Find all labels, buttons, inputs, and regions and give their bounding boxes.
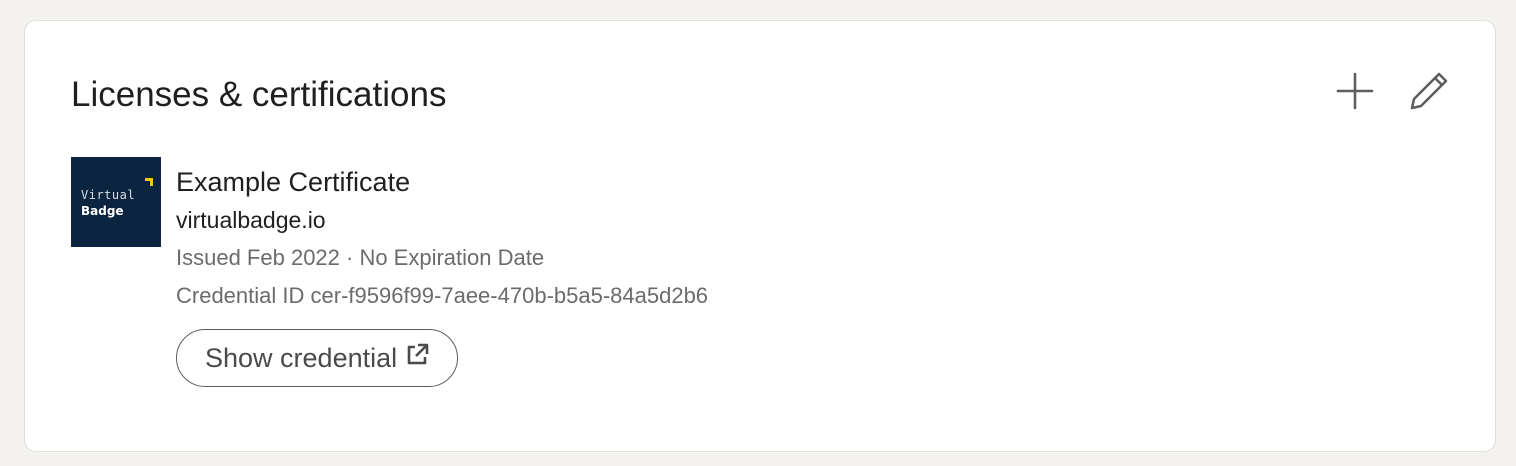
section-actions bbox=[1333, 69, 1451, 113]
certificate-entry: Virtual Badge Example Certificate virtua… bbox=[71, 157, 708, 387]
add-button[interactable] bbox=[1333, 69, 1377, 113]
certificate-name[interactable]: Example Certificate bbox=[176, 165, 708, 199]
certificate-details: Example Certificate virtualbadge.io Issu… bbox=[176, 157, 708, 387]
issuer-name: virtualbadge.io bbox=[176, 207, 326, 233]
logo-text-virtual: Virtual bbox=[81, 188, 136, 202]
issuer-logo[interactable]: Virtual Badge bbox=[71, 157, 161, 247]
plus-icon bbox=[1336, 72, 1374, 110]
logo-accent-icon bbox=[145, 178, 153, 186]
pencil-icon bbox=[1409, 71, 1449, 111]
show-credential-button[interactable]: Show credential bbox=[176, 329, 459, 387]
licenses-card: Licenses & certifications Virtual Badge … bbox=[24, 20, 1496, 452]
credential-id: Credential ID cer-f9596f99-7aee-470b-b5a… bbox=[176, 283, 709, 308]
show-credential-label: Show credential bbox=[205, 342, 398, 373]
external-link-icon bbox=[405, 343, 429, 374]
issue-date: Issued Feb 2022 · No Expiration Date bbox=[176, 245, 545, 270]
logo-text-badge: Badge bbox=[81, 204, 124, 218]
section-title: Licenses & certifications bbox=[71, 75, 447, 114]
edit-button[interactable] bbox=[1407, 69, 1451, 113]
